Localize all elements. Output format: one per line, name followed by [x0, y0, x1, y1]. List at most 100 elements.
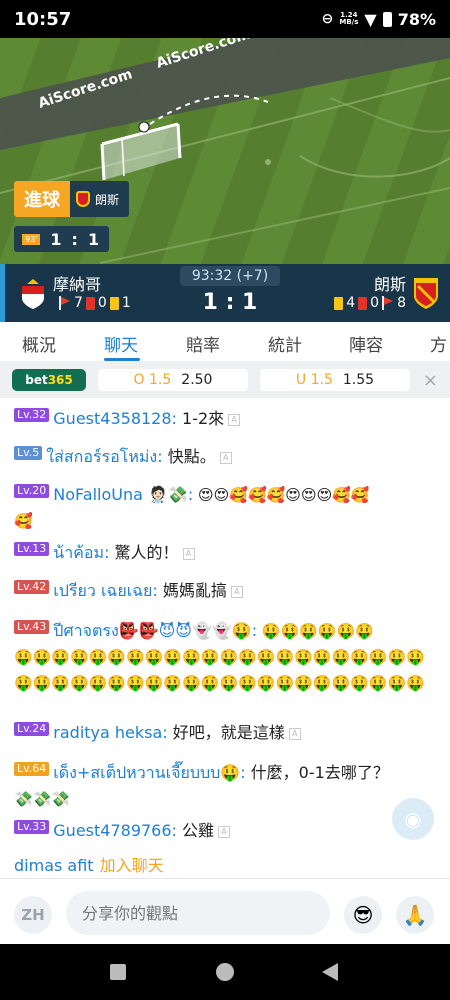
- tab-odds[interactable]: 賠率: [186, 331, 220, 356]
- mini-home: 1: [50, 229, 62, 249]
- tab-lineup[interactable]: 陣容: [349, 331, 383, 356]
- tab-stats[interactable]: 統計: [268, 331, 302, 356]
- home-yellow-cards: 1: [121, 295, 131, 311]
- wifi-icon: ▼: [364, 9, 377, 29]
- chat-username[interactable]: น้าค้อม:: [53, 543, 109, 562]
- sunglasses-emoji-button[interactable]: 😎: [344, 896, 382, 934]
- under-value: 1.55: [342, 372, 375, 388]
- chat-message: Lv.5 ใส่สกอร์รอโหม่ง: 快點。 A: [14, 444, 438, 470]
- join-notice: dimas afit 加入聊天: [14, 852, 164, 876]
- level-badge: Lv.32: [14, 408, 50, 422]
- over-odds[interactable]: O 1.5 2.50: [98, 369, 248, 391]
- chat-text: 公雞: [176, 821, 215, 840]
- home-corners: 7: [74, 295, 83, 311]
- chat-username[interactable]: เด็ง+สเต็ปหวานเจี๊ยบบบ🤑:: [53, 763, 245, 782]
- goal-team: 朗斯: [70, 181, 130, 217]
- match-animation-pitch: AiScore.com AiScore.com 進球 朗斯 93' 1 : 1: [0, 38, 450, 264]
- dnd-icon: ⊖: [321, 11, 334, 27]
- bookmaker-text: bet: [25, 373, 48, 387]
- recents-icon[interactable]: [110, 964, 126, 980]
- translate-icon[interactable]: A: [288, 728, 301, 740]
- over-value: 2.50: [181, 372, 213, 388]
- chat-list[interactable]: Lv.32 Guest4358128: 1-2來 A Lv.5 ใส่สกอร์รอโ…: [0, 400, 450, 878]
- status-bar: 10:57 ⊖ 1.24 MB/s ▼ 78%: [0, 0, 450, 38]
- translate-icon[interactable]: A: [219, 452, 232, 464]
- net-speed-unit: MB/s: [339, 18, 359, 26]
- goal-event-box: 進球 朗斯: [14, 181, 130, 217]
- chat-username[interactable]: เปรียว เฉยเฉย:: [53, 581, 158, 600]
- chat-message: Lv.64 เด็ง+สเต็ปหวานเจี๊ยบบบ🤑: 什麼，0-1去哪了？…: [14, 760, 438, 812]
- net-speed: 1.24 MB/s: [339, 12, 358, 26]
- goal-label: 進球: [14, 181, 70, 217]
- chat-input-bar: ZH 😎 🙏: [0, 878, 450, 944]
- level-badge: Lv.5: [14, 446, 43, 460]
- bookmaker-logo[interactable]: bet 365: [12, 369, 86, 391]
- chat-username[interactable]: raditya heksa:: [53, 723, 167, 742]
- translate-icon[interactable]: A: [230, 586, 243, 598]
- chat-message: Lv.33 Guest4789766: 公雞 A: [14, 818, 438, 844]
- active-tab-indicator: [104, 358, 140, 361]
- language-toggle[interactable]: ZH: [14, 896, 52, 934]
- chat-message: Lv.43 ปีศาจตรง👺👺😈😈👻👻🤑: 🤑🤑🤑🤑🤑🤑 🤑🤑🤑🤑🤑🤑🤑🤑🤑🤑🤑🤑…: [14, 618, 438, 696]
- chat-message: Lv.13 น้าค้อม: 驚人的！ A: [14, 540, 438, 566]
- mini-sep: :: [71, 229, 78, 249]
- status-time: 10:57: [14, 8, 72, 30]
- chat-text-cont: 🥰: [14, 512, 33, 530]
- mini-minute: 93': [22, 233, 41, 245]
- under-label: U 1.5: [295, 372, 333, 388]
- red-card-icon: [85, 296, 95, 310]
- chat-username[interactable]: ปีศาจตรง👺👺😈😈👻👻🤑:: [53, 621, 257, 640]
- pray-emoji-button[interactable]: 🙏: [396, 896, 434, 934]
- chat-text: 🤑🤑🤑🤑🤑🤑: [257, 622, 374, 640]
- translate-icon[interactable]: A: [218, 826, 231, 838]
- battery-icon: [382, 11, 392, 27]
- mini-away: 1: [87, 229, 100, 249]
- level-badge: Lv.43: [14, 620, 50, 634]
- goal-net: [100, 122, 182, 181]
- match-clock: 93:32 (+7): [180, 266, 280, 286]
- tab-more[interactable]: 方: [430, 331, 447, 356]
- chat-text: 好吧，就是這樣: [167, 723, 285, 742]
- chat-message: Lv.42 เปรียว เฉยเฉย: 媽媽亂搞 A: [14, 578, 438, 604]
- level-badge: Lv.33: [14, 820, 50, 834]
- spot: [265, 159, 271, 165]
- join-username[interactable]: dimas afit: [14, 856, 94, 875]
- monaco-crest-icon: [22, 279, 44, 309]
- chat-text: 什麼，0-1去哪了？: [245, 763, 389, 782]
- tab-overview[interactable]: 概況: [22, 331, 56, 356]
- chat-text: 😍😍🥰🥰🥰😍😍😍🥰🥰: [193, 486, 370, 504]
- level-badge: Lv.13: [14, 542, 50, 556]
- chat-message: Lv.32 Guest4358128: 1-2來 A: [14, 406, 438, 432]
- corner-flag-icon: [59, 296, 71, 310]
- chat-text-cont: 💸💸💸: [14, 790, 71, 808]
- away-stats: 4 0 8: [334, 295, 406, 311]
- tab-chat[interactable]: 聊天: [104, 331, 138, 356]
- home-stats: 7 0 1: [59, 295, 131, 311]
- bookmaker-num: 365: [47, 373, 73, 387]
- close-icon[interactable]: ×: [423, 370, 438, 391]
- level-badge: Lv.42: [14, 580, 50, 594]
- translate-icon[interactable]: A: [182, 548, 195, 560]
- back-icon[interactable]: [322, 963, 338, 981]
- level-badge: Lv.20: [14, 484, 50, 498]
- home-icon[interactable]: [216, 963, 234, 981]
- ball: [138, 121, 150, 133]
- chat-username[interactable]: Guest4358128:: [53, 409, 177, 428]
- chat-username[interactable]: Guest4789766:: [53, 821, 177, 840]
- chat-username[interactable]: NoFalloUna 🧑🏻‍⚕️💸:: [53, 485, 193, 504]
- chat-text: 快點。: [162, 447, 216, 466]
- battery-level: 78%: [397, 9, 436, 29]
- corner-flag-icon: [382, 296, 394, 310]
- chat-text: 1-2來: [176, 409, 225, 428]
- translate-icon[interactable]: A: [228, 414, 241, 426]
- chat-username[interactable]: ใส่สกอร์รอโหม่ง:: [46, 447, 162, 466]
- chat-float-icon[interactable]: ◉: [392, 798, 434, 840]
- odds-strip: bet 365 O 1.5 2.50 U 1.5 1.55 ×: [0, 362, 450, 398]
- mini-score: 93' 1 : 1: [14, 226, 110, 252]
- home-team-name[interactable]: 摩納哥: [53, 271, 101, 295]
- under-odds[interactable]: U 1.5 1.55: [260, 369, 410, 391]
- red-card-icon: [358, 296, 368, 310]
- yellow-card-icon: [334, 296, 344, 310]
- chat-input[interactable]: [66, 891, 330, 935]
- away-team-name[interactable]: 朗斯: [374, 271, 406, 295]
